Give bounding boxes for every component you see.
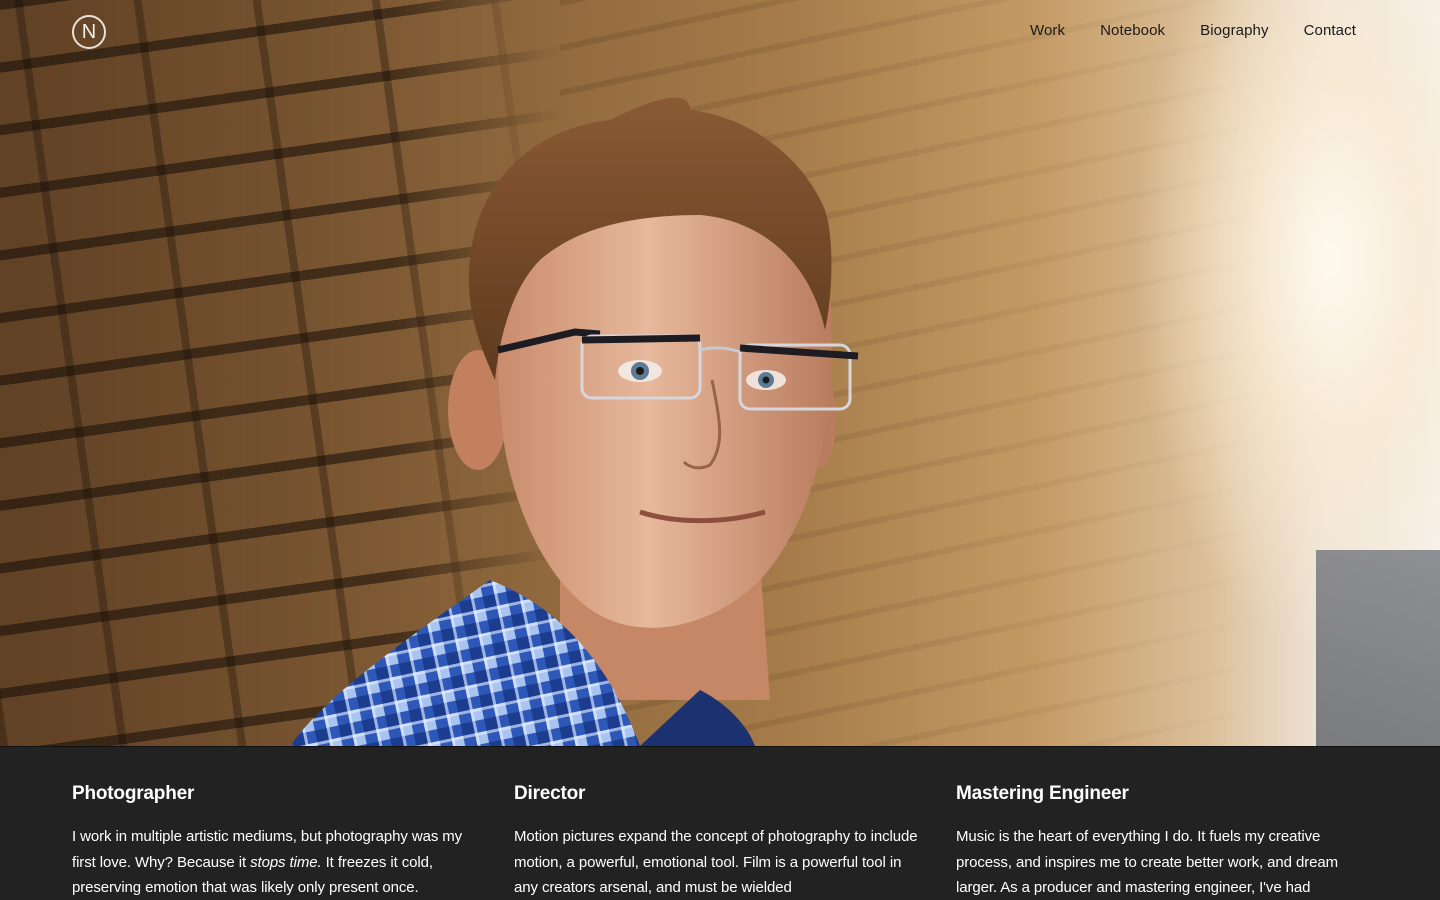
- nav-biography[interactable]: Biography: [1200, 22, 1268, 39]
- column-title: Mastering Engineer: [956, 783, 1129, 804]
- hero-photo: [0, 0, 1440, 746]
- column-mastering-engineer: Mastering Engineer Music is the heart of…: [956, 783, 1371, 900]
- emphasis-text: stops time.: [250, 853, 322, 871]
- nav-work[interactable]: Work: [1030, 22, 1065, 39]
- column-title: Director: [514, 783, 586, 804]
- column-photographer: Photographer I work in multiple artistic…: [72, 783, 487, 900]
- main-nav: Work Notebook Biography Contact: [1030, 22, 1356, 39]
- nav-notebook[interactable]: Notebook: [1100, 22, 1165, 39]
- portrait-figure: [290, 97, 859, 746]
- column-title: Photographer: [72, 783, 195, 804]
- column-text: Music is the heart of everything I do. I…: [956, 828, 1338, 896]
- column-text: I work in multiple artistic mediums, but…: [72, 828, 463, 896]
- column-director: Director Motion pictures expand the conc…: [514, 783, 929, 900]
- column-text: Motion pictures expand the concept of ph…: [514, 828, 918, 896]
- site-logo[interactable]: N: [72, 15, 106, 49]
- skills-section: Photographer I work in multiple artistic…: [0, 746, 1440, 900]
- logo-letter: N: [81, 20, 97, 43]
- nav-contact[interactable]: Contact: [1304, 22, 1356, 39]
